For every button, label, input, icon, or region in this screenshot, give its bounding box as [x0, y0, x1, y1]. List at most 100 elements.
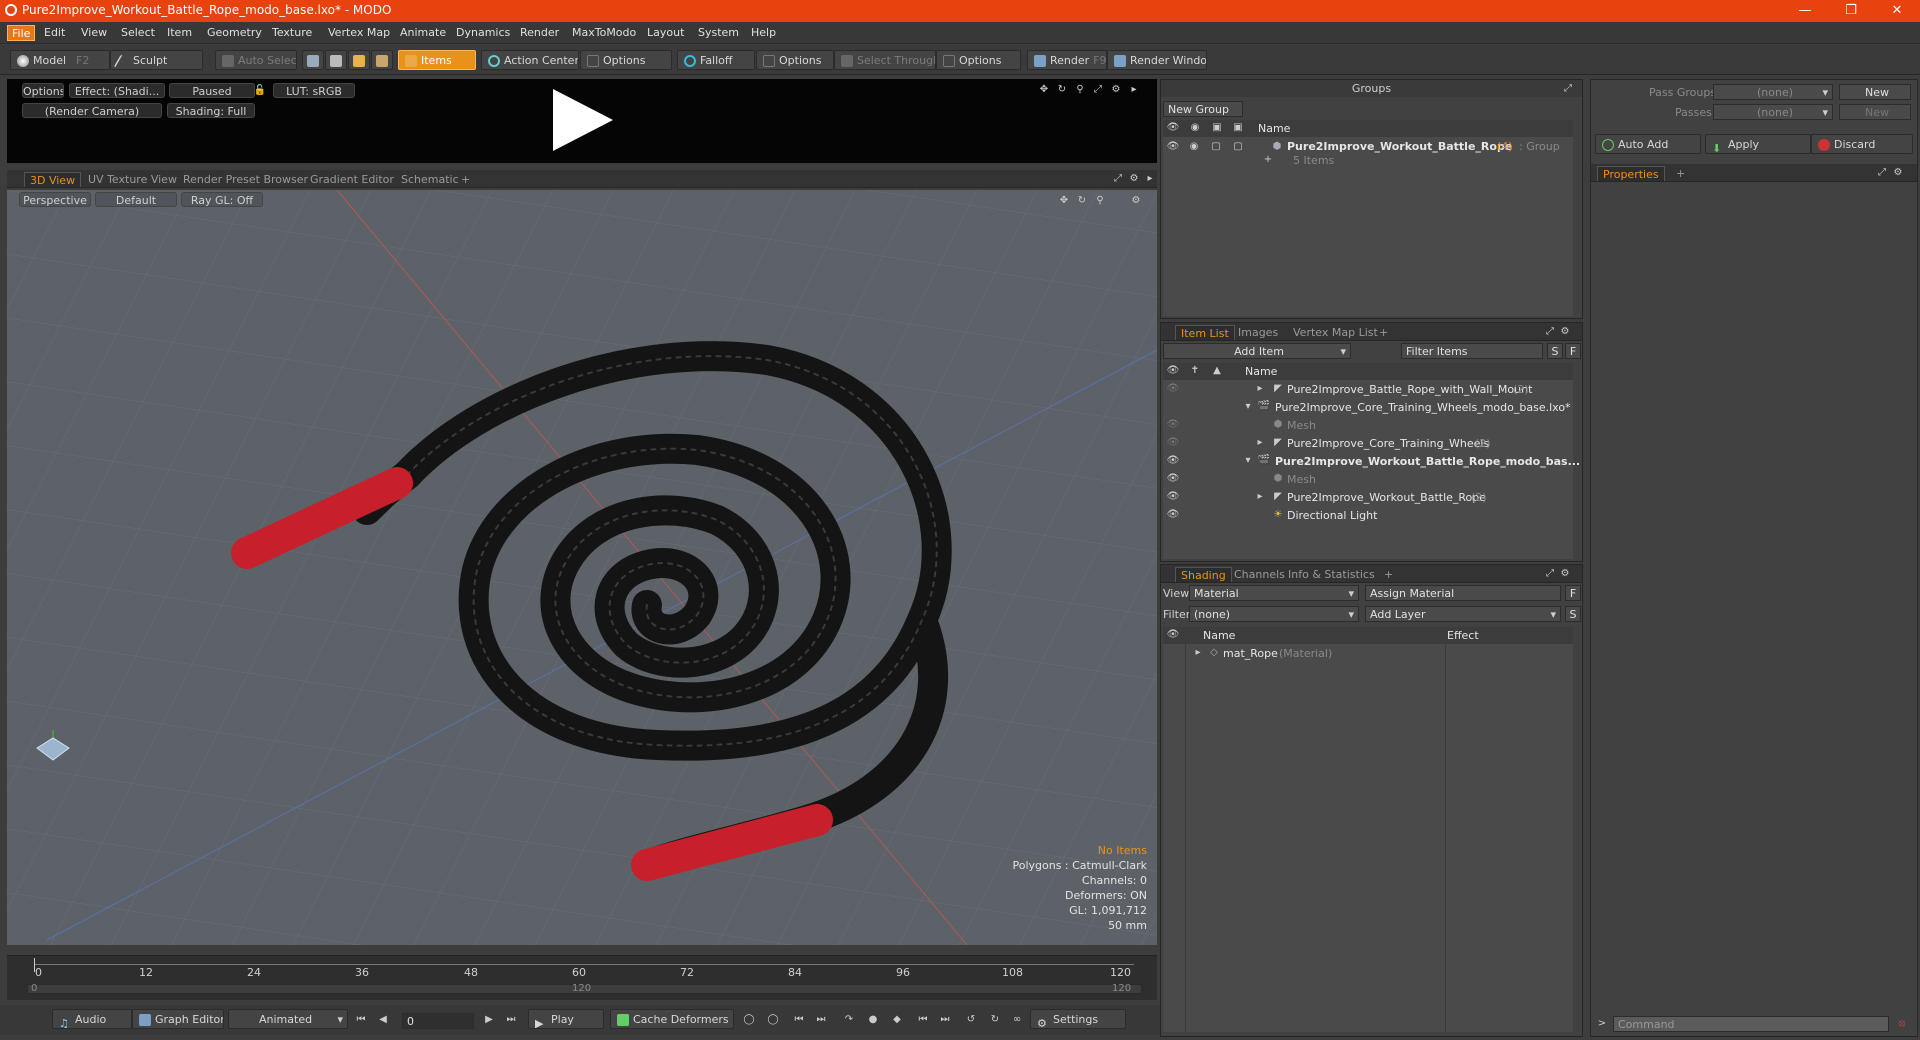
zoom-icon[interactable]: ⚲: [1073, 83, 1087, 97]
menu-layout[interactable]: Layout: [643, 25, 688, 41]
keyframe-icon[interactable]: ◆: [890, 1013, 904, 1027]
eye-icon[interactable]: 👁: [1166, 121, 1180, 135]
cache-deformers-button[interactable]: Cache Deformers: [610, 1009, 734, 1029]
next-marker-icon[interactable]: ⏭: [938, 1013, 952, 1027]
select-icon[interactable]: ▣: [1231, 121, 1245, 135]
eye-icon[interactable]: 👁: [1166, 436, 1180, 450]
lock-icon[interactable]: 🔓: [253, 84, 267, 98]
sync-icon[interactable]: ↻: [988, 1013, 1002, 1027]
paused-button[interactable]: Paused: [169, 83, 255, 98]
item-row[interactable]: 👁 ⬢ Mesh: [1163, 417, 1573, 434]
tab-3d-view[interactable]: 3D View: [24, 172, 82, 187]
expand-icon[interactable]: ▸: [1253, 382, 1267, 396]
maximize-icon[interactable]: ⤢: [1111, 172, 1125, 186]
item-row[interactable]: 👁 ▸ ◤ Pure2Improve_Workout_Battle_Rope (…: [1163, 489, 1573, 506]
tab-vertex-map-list[interactable]: Vertex Map List: [1288, 325, 1383, 340]
scene-row[interactable]: ▾ 🎬 Pure2Improve_Core_Training_Wheels_mo…: [1163, 399, 1573, 416]
eye-icon[interactable]: 👁: [1166, 508, 1180, 522]
rotate-icon[interactable]: ↻: [1075, 194, 1089, 208]
tab-uv-texture-view[interactable]: UV Texture View: [83, 172, 182, 187]
gear-icon[interactable]: ⚙: [1109, 83, 1123, 97]
zoom-icon[interactable]: ⚲: [1093, 194, 1107, 208]
filter-dropdown[interactable]: (none): [1189, 606, 1359, 622]
gear-icon[interactable]: ⚙: [1558, 567, 1572, 581]
move-icon[interactable]: ✥: [1037, 83, 1051, 97]
menu-help[interactable]: Help: [747, 25, 780, 41]
filter-items-input[interactable]: Filter Items: [1401, 343, 1543, 359]
chevron-right-icon[interactable]: >: [1595, 1017, 1609, 1031]
passes-dropdown[interactable]: (none): [1713, 104, 1833, 120]
auto-select-button[interactable]: Auto Select: [215, 50, 297, 70]
filter-f-button[interactable]: F: [1565, 343, 1581, 359]
scene-row[interactable]: 👁 ▾ 🎬 Pure2Improve_Workout_Battle_Rope_m…: [1163, 453, 1580, 470]
skip-start-icon[interactable]: ⏮: [354, 1013, 368, 1027]
menu-system[interactable]: System: [694, 25, 743, 41]
item-tree[interactable]: 👁 ✝ ▲ Name 👁 ▸ ◤ Pure2Improve_Battle_Rop…: [1163, 363, 1580, 559]
eye-icon[interactable]: 👁: [1166, 628, 1180, 642]
lock-icon[interactable]: ✝: [1188, 364, 1202, 378]
eye-icon[interactable]: 👁: [1166, 454, 1180, 468]
chevron-right-icon[interactable]: ▸: [1143, 172, 1157, 186]
lock-icon[interactable]: ▣: [1210, 121, 1224, 135]
tab-item-list[interactable]: Item List: [1175, 325, 1235, 340]
new-group-button[interactable]: New Group: [1163, 101, 1243, 117]
menu-geometry[interactable]: Geometry: [203, 25, 266, 41]
menu-vertex-map[interactable]: Vertex Map: [324, 25, 394, 41]
close-button[interactable]: ✕: [1874, 0, 1920, 22]
vertices-mode-button[interactable]: [302, 50, 324, 70]
gear-icon[interactable]: ⚙: [1891, 166, 1905, 180]
camera-dropdown[interactable]: (Render Camera): [22, 103, 162, 118]
rotate-icon[interactable]: ↻: [1055, 83, 1069, 97]
falloff-button[interactable]: Falloff: [677, 50, 755, 70]
item-row[interactable]: 👁 ▸ ◤ Pure2Improve_Battle_Rope_with_Wall…: [1163, 381, 1573, 398]
chevron-right-icon[interactable]: ▸: [1127, 83, 1141, 97]
tab-render-preset-browser[interactable]: Render Preset Browser: [178, 172, 313, 187]
materials-mode-button[interactable]: [371, 50, 393, 70]
menu-file[interactable]: File: [7, 25, 36, 41]
plus-icon[interactable]: +: [1261, 153, 1275, 167]
add-tab-button[interactable]: +: [1374, 325, 1393, 340]
model-mode-button[interactable]: Model F2: [10, 50, 110, 70]
prev-marker-icon[interactable]: ⏮: [916, 1013, 930, 1027]
menu-animate[interactable]: Animate: [396, 25, 450, 41]
render-toggle-icon[interactable]: ◉: [1187, 140, 1201, 154]
eye-icon[interactable]: 👁: [1166, 382, 1180, 396]
item-row[interactable]: 👁 ☀ Directional Light: [1163, 507, 1573, 524]
render-button[interactable]: Render F9: [1027, 50, 1107, 70]
effect-dropdown[interactable]: Effect: (Shadi...: [69, 83, 165, 98]
play-button[interactable]: ▶ Play: [528, 1009, 604, 1029]
falloff-options-button[interactable]: Options: [756, 50, 834, 70]
tab-channels[interactable]: Channels: [1229, 567, 1290, 582]
menu-edit[interactable]: Edit: [40, 25, 69, 41]
group-row[interactable]: 👁 ◉ ▢ ▢ ⬢ Pure2Improve_Workout_Battle_Ro…: [1163, 138, 1573, 170]
sculpt-mode-button[interactable]: Sculpt: [110, 50, 203, 70]
gear-icon[interactable]: ⚙: [1127, 172, 1141, 186]
timeline[interactable]: 0 12 24 36 48 60 72 84 96 108 120 0 120 …: [7, 955, 1157, 1000]
add-layer-dropdown[interactable]: Add Layer: [1365, 606, 1561, 622]
menu-maxtomodo[interactable]: MaxToModo: [568, 25, 640, 41]
command-input[interactable]: Command: [1613, 1016, 1889, 1032]
audio-button[interactable]: ♫ Audio: [52, 1009, 132, 1029]
eye-icon[interactable]: 👁: [1166, 140, 1180, 154]
render-toggle-icon[interactable]: ◉: [1188, 121, 1202, 135]
minimize-button[interactable]: —: [1782, 0, 1828, 22]
graph-editor-button[interactable]: Graph Editor: [132, 1009, 224, 1029]
item-row[interactable]: 👁 ⬢ Mesh: [1163, 471, 1573, 488]
tab-gradient-editor[interactable]: Gradient Editor: [305, 172, 399, 187]
record-icon[interactable]: ●: [866, 1013, 880, 1027]
select-icon[interactable]: ▢: [1231, 140, 1245, 154]
skip-end-icon[interactable]: ⏭: [504, 1013, 518, 1027]
tab-info-statistics[interactable]: Info & Statistics: [1283, 567, 1380, 582]
collapse-icon[interactable]: ▾: [1241, 454, 1255, 468]
gear-icon[interactable]: ⚙: [1129, 194, 1143, 208]
tab-schematic[interactable]: Schematic: [396, 172, 464, 187]
play-icon[interactable]: [547, 85, 617, 155]
menu-render[interactable]: Render: [516, 25, 563, 41]
render-window-button[interactable]: Render Window: [1107, 50, 1207, 70]
expand-icon[interactable]: ▸: [1191, 646, 1205, 660]
animated-dropdown[interactable]: Animated: [228, 1009, 348, 1029]
menu-view[interactable]: View: [77, 25, 111, 41]
step-back-icon[interactable]: ◀: [376, 1013, 390, 1027]
maximize-icon[interactable]: ⤢: [1543, 325, 1557, 339]
item-row[interactable]: 👁 ▸ ◤ Pure2Improve_Core_Training_Wheels …: [1163, 435, 1573, 452]
